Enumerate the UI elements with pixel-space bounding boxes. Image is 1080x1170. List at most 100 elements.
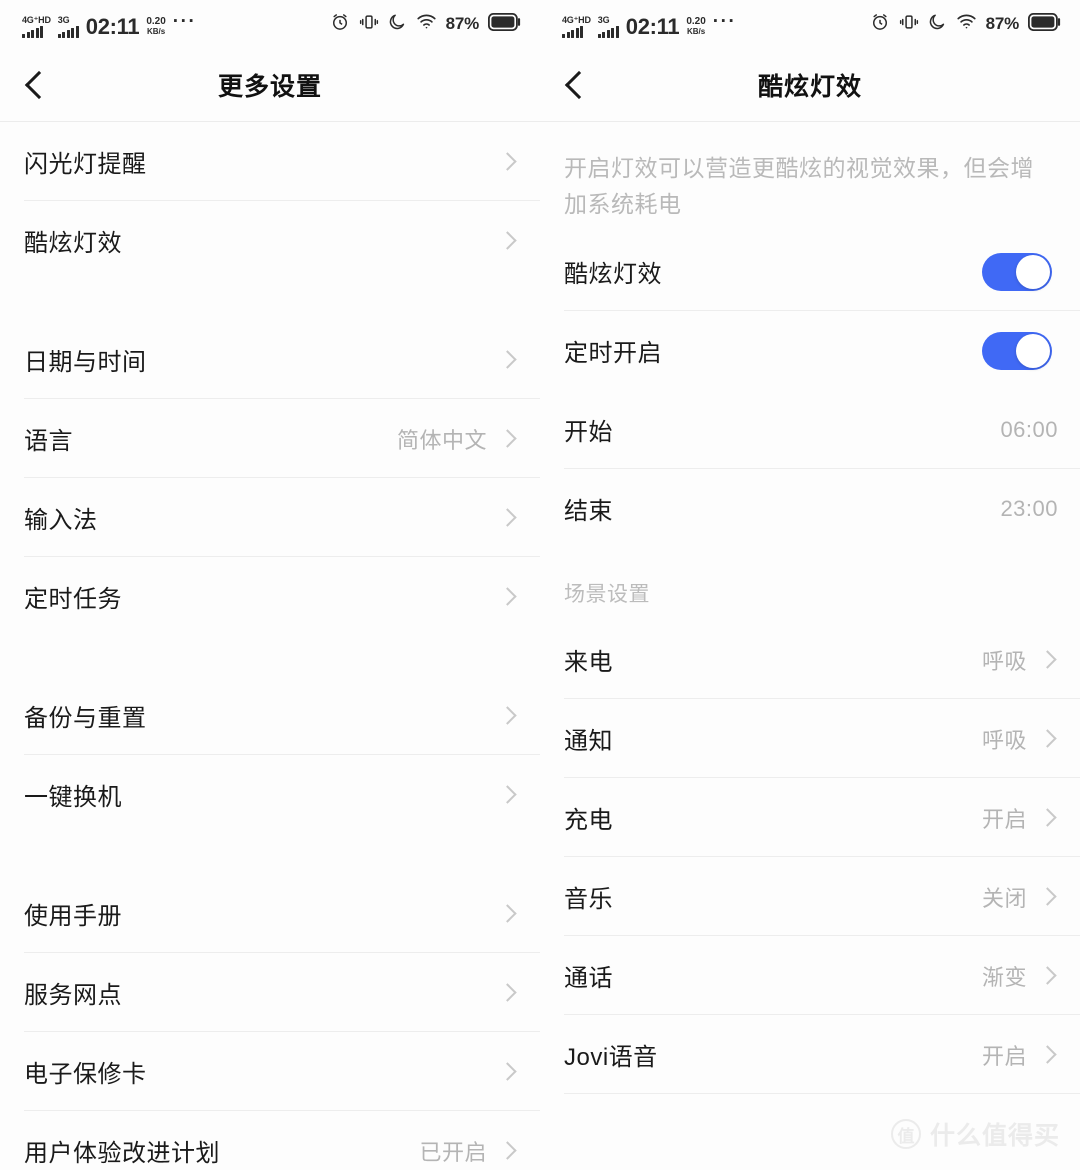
dnd-moon-icon bbox=[928, 12, 947, 36]
back-chevron-icon bbox=[24, 70, 54, 99]
list-item-cool-light-toggle-row[interactable]: 酷炫灯效 bbox=[540, 232, 1080, 311]
chevron-right-icon bbox=[498, 429, 517, 448]
list-item-right bbox=[498, 508, 518, 527]
list-item[interactable]: 通话 渐变 bbox=[540, 936, 1080, 1015]
scene-section-label: 场景设置 bbox=[564, 583, 650, 606]
sim1-signal-bars-icon bbox=[562, 25, 583, 38]
chevron-right-icon bbox=[498, 1141, 517, 1160]
list-item-value: 呼吸 bbox=[981, 648, 1027, 674]
list-item[interactable]: 来电 呼吸 bbox=[540, 620, 1080, 699]
sim2-signal-bars-icon bbox=[597, 25, 619, 38]
left-phone-screen: 4G⁺HD 3G 02:11 0.20 KB/s ··· 87% 更多设置 闪光… bbox=[0, 0, 540, 1170]
list-item-label: 结束 bbox=[564, 498, 613, 525]
toggle-knob bbox=[1016, 333, 1050, 368]
list-item-value: 开启 bbox=[981, 1043, 1027, 1069]
chevron-right-icon bbox=[1038, 966, 1057, 985]
battery-percent-label: 87% bbox=[985, 14, 1020, 33]
status-bar-right-group: 87% bbox=[870, 11, 1062, 37]
wifi-icon bbox=[956, 11, 977, 37]
watermark-text: 什么值得买 bbox=[929, 1122, 1060, 1150]
alarm-icon bbox=[330, 12, 350, 37]
vibrate-icon bbox=[359, 12, 379, 37]
right-settings-list: 开启灯效可以营造更酷炫的视觉效果，但会增加系统耗电 酷炫灯效 定时开启 开始 0… bbox=[540, 122, 1080, 1094]
list-item-label: 使用手册 bbox=[24, 903, 122, 930]
network-speed-indicator: 0.20 KB/s bbox=[146, 15, 166, 37]
list-item-label: 通话 bbox=[564, 965, 613, 992]
chevron-right-icon bbox=[498, 904, 517, 923]
sim1-network-label: 4G⁺HD bbox=[562, 14, 591, 25]
list-item-label: 电子保修卡 bbox=[24, 1061, 147, 1088]
right-nav-bar: 酷炫灯效 bbox=[540, 48, 1080, 122]
list-item-right: 渐变 bbox=[982, 960, 1058, 992]
list-item-label: 来电 bbox=[564, 649, 613, 676]
list-item[interactable]: 服务网点 bbox=[0, 953, 540, 1032]
page-title-left: 更多设置 bbox=[217, 72, 322, 101]
page-title-right: 酷炫灯效 bbox=[757, 72, 862, 101]
list-item-right bbox=[498, 231, 518, 250]
list-item-right bbox=[982, 252, 1058, 291]
settings-group-4: 使用手册 服务网点 电子保修卡 用户体验改进计划 已开启 bbox=[0, 874, 540, 1170]
left-settings-list: 闪光灯提醒 酷炫灯效 日期与时间 语言 简体中文 输入法 定时任务 备份与重置 … bbox=[0, 122, 540, 1170]
list-item[interactable]: 日期与时间 bbox=[0, 320, 540, 399]
list-item-label: 备份与重置 bbox=[24, 705, 147, 732]
left-nav-bar: 更多设置 bbox=[0, 48, 540, 122]
group-separator bbox=[0, 636, 540, 676]
list-item[interactable]: 备份与重置 bbox=[0, 676, 540, 755]
list-item-end-time[interactable]: 结束 23:00 bbox=[540, 469, 1080, 548]
list-item[interactable]: Jovi语音 开启 bbox=[540, 1015, 1080, 1094]
status-bar-clock: 02:11 bbox=[625, 13, 680, 39]
status-bar-left-group: 4G⁺HD 3G 02:11 0.20 KB/s ··· bbox=[562, 11, 736, 38]
list-item-schedule-toggle-row[interactable]: 定时开启 bbox=[540, 311, 1080, 390]
network-speed-value: 0.20 bbox=[146, 15, 166, 27]
back-button-right[interactable] bbox=[540, 70, 612, 99]
list-item[interactable]: 酷炫灯效 bbox=[0, 201, 540, 280]
start-time-value: 06:00 bbox=[1000, 416, 1058, 442]
chevron-right-icon bbox=[1038, 729, 1057, 748]
scene-group: 来电 呼吸 通知 呼吸 充电 开启 音乐 关闭 通话 渐变 Jovi语音 开启 bbox=[540, 620, 1080, 1094]
list-item-value: 渐变 bbox=[981, 964, 1027, 990]
list-item[interactable]: 电子保修卡 bbox=[0, 1032, 540, 1111]
network-speed-indicator: 0.20 KB/s bbox=[686, 15, 706, 37]
alarm-icon bbox=[870, 12, 890, 37]
settings-group-1: 闪光灯提醒 酷炫灯效 bbox=[0, 122, 540, 280]
chevron-right-icon bbox=[1038, 808, 1057, 827]
list-item-right: 已开启 bbox=[419, 1135, 518, 1167]
list-item[interactable]: 一键换机 bbox=[0, 755, 540, 834]
list-item-label: 充电 bbox=[564, 807, 613, 834]
list-item-right bbox=[982, 331, 1058, 370]
chevron-right-icon bbox=[498, 350, 517, 369]
list-item-right: 23:00 bbox=[1000, 496, 1058, 522]
chevron-right-icon bbox=[498, 706, 517, 725]
list-item[interactable]: 使用手册 bbox=[0, 874, 540, 953]
list-item[interactable]: 用户体验改进计划 已开启 bbox=[0, 1111, 540, 1170]
list-item-start-time[interactable]: 开始 06:00 bbox=[540, 390, 1080, 469]
network-speed-value: 0.20 bbox=[686, 15, 706, 27]
list-item-right: 呼吸 bbox=[982, 723, 1058, 755]
back-button-left[interactable] bbox=[0, 70, 72, 99]
list-item-right bbox=[498, 587, 518, 606]
list-item[interactable]: 通知 呼吸 bbox=[540, 699, 1080, 778]
list-item[interactable]: 语言 简体中文 bbox=[0, 399, 540, 478]
battery-icon bbox=[487, 12, 522, 36]
list-item[interactable]: 闪光灯提醒 bbox=[0, 122, 540, 201]
status-bar-right: 4G⁺HD 3G 02:11 0.20 KB/s ··· 87% bbox=[540, 0, 1080, 48]
list-item[interactable]: 充电 开启 bbox=[540, 778, 1080, 857]
chevron-right-icon bbox=[498, 785, 517, 804]
status-bar-right-group: 87% bbox=[330, 11, 522, 37]
list-item-label: 输入法 bbox=[24, 507, 98, 534]
sim2-signal-indicator: 3G bbox=[597, 15, 619, 38]
list-item[interactable]: 音乐 关闭 bbox=[540, 857, 1080, 936]
cool-light-toggle-switch[interactable] bbox=[982, 252, 1052, 291]
sim1-signal-indicator: 4G⁺HD bbox=[22, 15, 51, 38]
list-item-label: 闪光灯提醒 bbox=[24, 151, 147, 178]
list-item-label: 定时任务 bbox=[24, 586, 122, 613]
list-item-value: 已开启 bbox=[419, 1139, 487, 1165]
list-item-label: 服务网点 bbox=[24, 982, 122, 1009]
list-item[interactable]: 定时任务 bbox=[0, 557, 540, 636]
list-item-value: 开启 bbox=[981, 806, 1027, 832]
settings-group-3: 备份与重置 一键换机 bbox=[0, 676, 540, 834]
watermark-logo-icon: 值 bbox=[890, 1119, 921, 1149]
list-item[interactable]: 输入法 bbox=[0, 478, 540, 557]
schedule-toggle-switch[interactable] bbox=[982, 331, 1052, 370]
sim1-signal-indicator: 4G⁺HD bbox=[562, 14, 591, 38]
